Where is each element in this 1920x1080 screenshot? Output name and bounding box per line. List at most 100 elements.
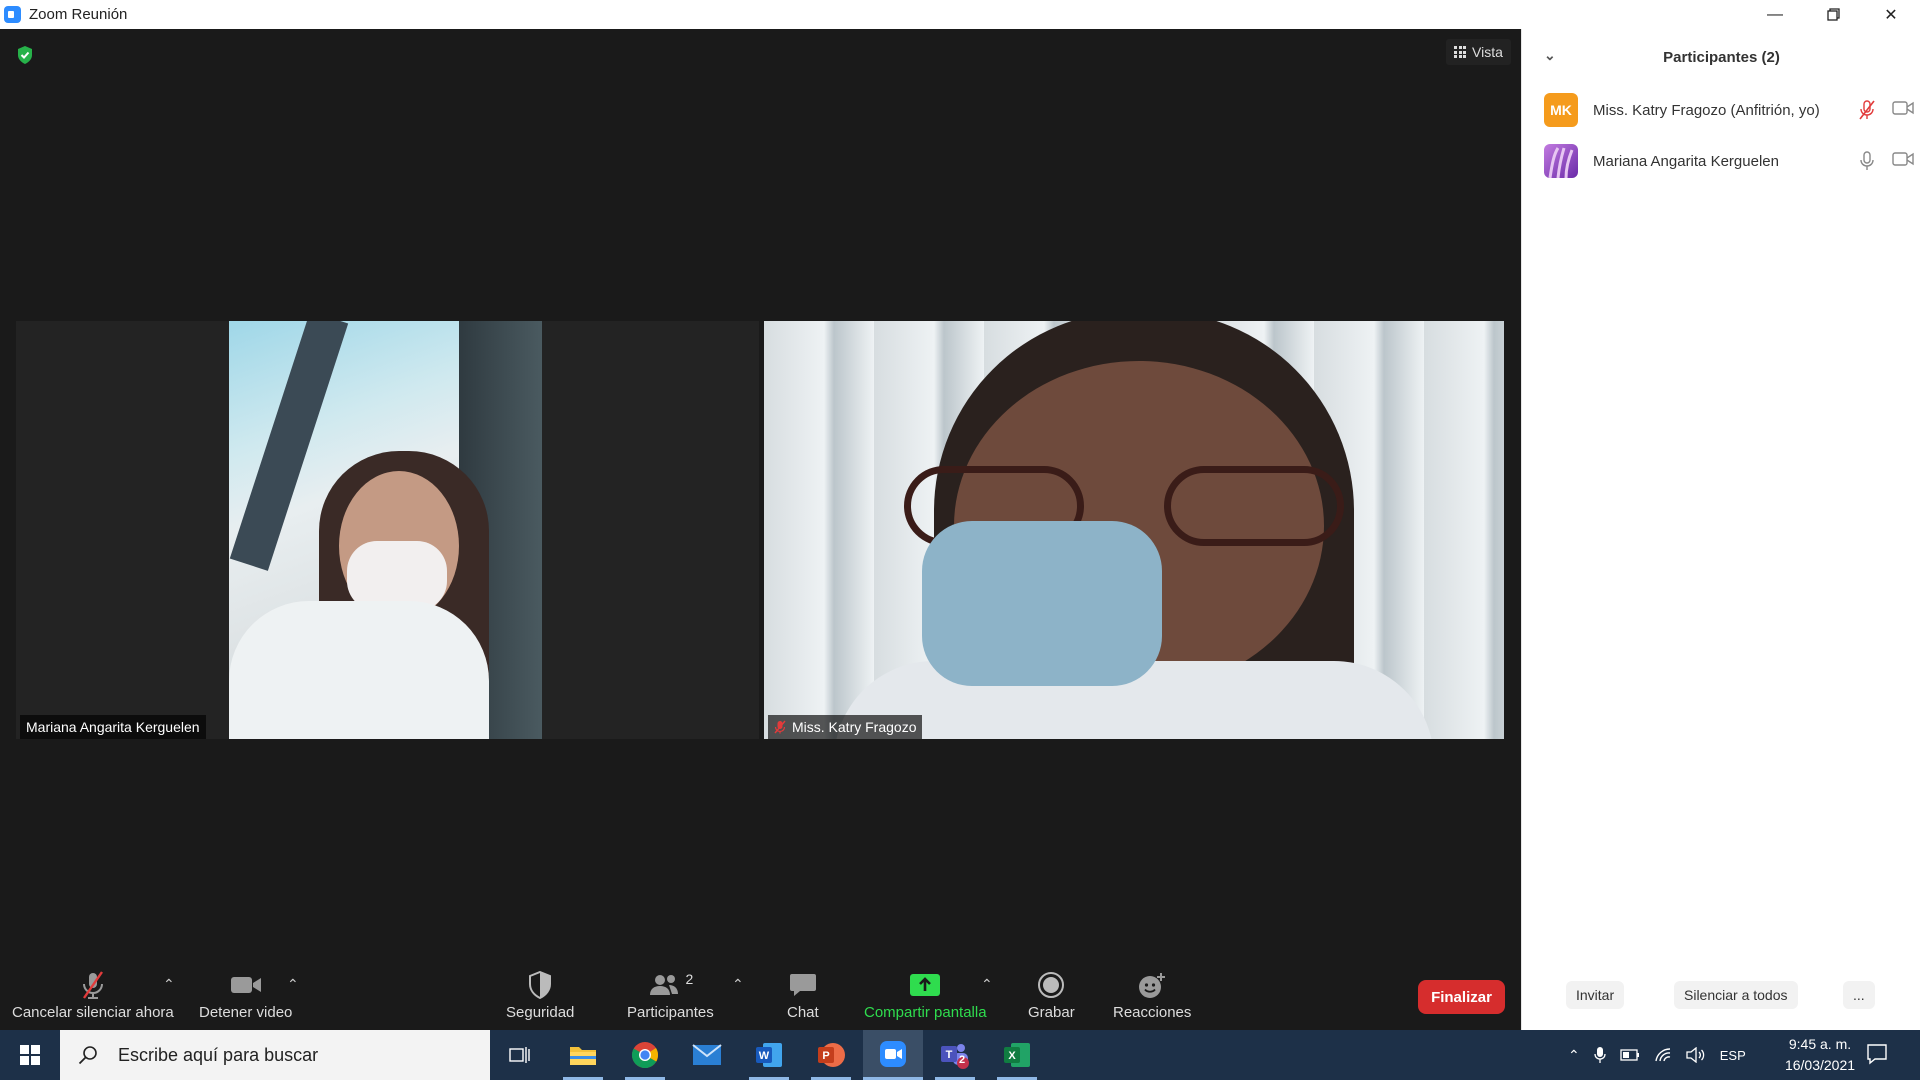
window-title: Zoom Reunión [29,6,128,23]
clock-date: 16/03/2021 [1784,1057,1856,1073]
profile-picture-icon [1548,147,1574,178]
record-button[interactable]: Grabar [1028,970,1075,1021]
video-camera-icon[interactable] [1892,151,1914,167]
tile-name-label: Mariana Angarita Kerguelen [20,715,206,739]
window-controls: — ✕ [1746,0,1920,29]
meeting-area: Vista Mariana Angarita Kerguelen Miss. K… [0,29,1521,1030]
chat-bubble-icon [789,974,816,996]
tile-name-label: Miss. Katry Fragozo [768,715,923,739]
zoom-app[interactable] [863,1030,923,1080]
end-meeting-button[interactable]: Finalizar [1418,980,1505,1014]
share-options-caret[interactable]: ⌃ [981,976,993,993]
participant-name: Mariana Angarita Kerguelen [1593,152,1779,170]
share-label: Compartir pantalla [864,1004,987,1021]
participant-video [229,321,542,739]
video-camera-icon[interactable] [1892,100,1914,116]
encryption-shield-icon[interactable] [16,45,34,65]
more-options-button[interactable]: ... [1843,981,1875,1009]
restore-icon [1826,8,1840,21]
reactions-label: Reacciones [1113,1004,1192,1021]
windows-taskbar: Escribe aquí para buscar W P T 2 X ⌃ ESP… [0,1030,1920,1080]
task-view-button[interactable] [490,1030,550,1080]
start-button[interactable] [0,1030,60,1080]
avatar: MK [1544,93,1578,127]
chrome-app[interactable] [615,1030,675,1080]
language-indicator[interactable]: ESP [1720,1048,1746,1063]
participants-icon [650,975,679,995]
zoom-app-icon [4,6,21,23]
security-button[interactable]: Seguridad [506,970,574,1021]
muted-mic-icon [774,720,786,734]
chevron-up-icon[interactable]: ⌃ [1568,1047,1580,1064]
participants-options-caret[interactable]: ⌃ [732,976,744,993]
svg-text:P: P [822,1050,829,1062]
video-options-caret[interactable]: ⌃ [287,976,299,993]
share-screen-icon [910,974,941,996]
mute-button[interactable]: Cancelar silenciar ahora [12,970,174,1021]
excel-app[interactable]: X [987,1030,1047,1080]
powerpoint-icon: P [818,1043,845,1067]
notification-icon[interactable] [1866,1043,1888,1065]
participant-row[interactable]: MK Miss. Katry Fragozo (Anfitrión, yo) [1544,93,1914,127]
participants-count: 2 [685,971,694,987]
security-label: Seguridad [506,1004,575,1021]
teams-badge: 2 [959,1054,966,1066]
chat-label: Chat [787,1004,819,1021]
search-icon [78,1046,97,1065]
search-placeholder: Escribe aquí para buscar [118,1044,319,1065]
tile-name-text: Mariana Angarita Kerguelen [26,719,200,735]
teams-app[interactable]: T 2 [925,1030,985,1080]
muted-mic-icon[interactable] [1858,100,1876,120]
maximize-button[interactable] [1804,0,1862,29]
powerpoint-app[interactable]: P [801,1030,861,1080]
chrome-icon [631,1042,659,1069]
video-tile-mariana[interactable]: Mariana Angarita Kerguelen [16,321,759,739]
zoom-icon [880,1040,906,1067]
panel-header: ⌄ Participantes (2) [1522,29,1920,85]
wifi-icon[interactable] [1654,1047,1672,1063]
battery-icon[interactable] [1620,1048,1640,1062]
microphone-icon[interactable] [1594,1046,1606,1064]
invite-button[interactable]: Invitar [1566,981,1625,1009]
svg-text:T: T [946,1049,953,1061]
file-explorer-app[interactable] [553,1030,613,1080]
folder-icon [570,1047,596,1065]
mic-icon[interactable] [1858,151,1876,171]
volume-icon[interactable] [1686,1047,1706,1063]
windows-logo-icon [20,1045,40,1065]
chevron-down-icon[interactable]: ⌄ [1544,47,1556,64]
participants-panel: ⌄ Participantes (2) MK Miss. Katry Frago… [1521,29,1920,1030]
participants-label: Participantes [627,1004,714,1021]
audio-options-caret[interactable]: ⌃ [163,976,175,993]
teams-icon: T [941,1044,969,1069]
participants-button[interactable]: 2 Participantes [627,970,714,1021]
video-camera-icon [230,977,261,993]
minimize-button[interactable]: — [1746,0,1804,29]
video-tile-katry[interactable]: Miss. Katry Fragozo [764,321,1504,739]
word-icon: W [756,1043,782,1067]
svg-text:X: X [1008,1050,1016,1062]
stop-video-button[interactable]: Detener video [199,970,292,1021]
word-app[interactable]: W [739,1030,799,1080]
reactions-button[interactable]: Reacciones [1113,970,1191,1021]
title-bar: Zoom Reunión — ✕ [0,0,1920,29]
taskbar-search[interactable]: Escribe aquí para buscar [60,1030,490,1080]
mail-icon [692,1044,722,1065]
excel-icon: X [1004,1043,1030,1067]
share-screen-button[interactable]: Compartir pantalla [864,970,987,1021]
taskbar-clock[interactable]: 9:45 a. m. 16/03/2021 [1760,1034,1880,1076]
meeting-toolbar: Cancelar silenciar ahora ⌃ Detener video… [0,958,1521,1030]
chat-button[interactable]: Chat [787,970,819,1021]
tile-name-text: Miss. Katry Fragozo [792,719,917,735]
muted-mic-icon [82,971,103,999]
mail-app[interactable] [677,1030,737,1080]
close-button[interactable]: ✕ [1862,0,1920,29]
video-label: Detener video [199,1004,293,1021]
panel-title: Participantes (2) [1663,48,1780,66]
clock-time: 9:45 a. m. [1788,1036,1852,1052]
record-icon [1038,972,1065,998]
mute-all-button[interactable]: Silenciar a todos [1674,981,1798,1009]
participant-video [764,321,1504,739]
participant-row[interactable]: Mariana Angarita Kerguelen [1544,144,1914,178]
view-button[interactable]: Vista [1446,39,1511,65]
